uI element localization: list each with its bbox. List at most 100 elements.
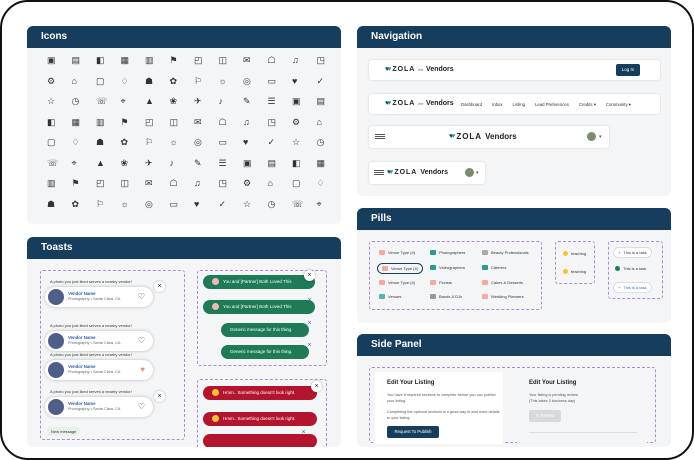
avatar[interactable] [587, 132, 596, 141]
card-icon: ✓ [218, 198, 227, 209]
close-icon[interactable]: × [304, 318, 315, 329]
heart-icon: ☗ [96, 137, 105, 147]
pill-photographers[interactable]: Photographers [430, 250, 465, 255]
cake-icon: ♫ [292, 55, 299, 65]
toast-generic: Generic message for this thing. [221, 345, 309, 359]
lock-icon: ◰ [96, 178, 105, 188]
store-icon: ◫ [169, 116, 179, 127]
nav-link-listing[interactable]: Listing [513, 102, 525, 108]
logo-hearts-icon: ♥♥ [387, 169, 393, 176]
pin-icon: ✿ [71, 198, 80, 209]
close-icon[interactable]: × [154, 391, 165, 402]
heart-icon[interactable]: ♡ [138, 292, 145, 301]
zola-logo[interactable]: ♥♥ ZOLA for Vendors [385, 100, 454, 107]
tag-teaching[interactable]: teaching [563, 269, 586, 274]
user-icon: ♢ [71, 137, 80, 147]
pill-florists[interactable]: Florists [430, 280, 452, 285]
toast-both-loved: You and [Partner] Both Loved This [203, 275, 315, 289]
camera-icon: ▦ [71, 116, 81, 127]
mail-icon: ✉ [194, 116, 202, 127]
chevron-down-icon[interactable]: ▾ [599, 134, 602, 140]
nav-link-credits[interactable]: Credits ▾ [579, 102, 596, 108]
task-pill-done[interactable]: This is a task [615, 266, 646, 271]
zola-logo[interactable]: ♥♥ ZOLA Vendors [387, 169, 448, 176]
close-icon[interactable]: × [304, 270, 315, 281]
vendor-name[interactable]: Vendor Name [68, 291, 95, 296]
nav-link-dashboard[interactable]: Dashboard [461, 102, 482, 108]
navbar-mobile: ♥♥ ZOLA Vendors ▾ [369, 162, 485, 184]
pill-beauty[interactable]: Beauty Professionals [482, 250, 529, 255]
side-panel-required: Edit Your Listing You have 8 required se… [375, 372, 503, 444]
menu-icon: ⚐ [194, 75, 203, 86]
pill-planners[interactable]: Wedding Planners [482, 294, 524, 299]
task-pill-add-active[interactable]: + This is a task [613, 282, 652, 293]
login-button[interactable]: Log In [616, 64, 640, 76]
vendor-name[interactable]: Vendor Name [68, 364, 95, 369]
toasts-card: Toasts You and [Partner] Both Loved This… [27, 237, 341, 447]
car-icon: ☼ [120, 198, 129, 209]
request-publish-button[interactable]: Request To Publish [387, 426, 439, 438]
nav-link-lead-preferences[interactable]: Lead Preferences [535, 102, 569, 108]
vendor-name[interactable]: Vendor Name [68, 401, 95, 406]
zola-logo[interactable]: ♥♥ ZOLA for Vendors [385, 66, 454, 73]
heart-icon[interactable]: ♥ [140, 365, 145, 374]
toast-vendor-card[interactable]: Vendor Name Photography • Santa Clara, CA… [45, 331, 153, 351]
check-icon: ▭ [267, 75, 277, 86]
close-icon[interactable]: × [311, 381, 322, 392]
close-icon[interactable]: × [304, 295, 315, 306]
zola-logo[interactable]: ♥♥ ZOLA Vendors [449, 132, 517, 141]
gift-icon: ▲ [96, 157, 105, 168]
task-pill-add[interactable]: + This is a task [613, 247, 652, 258]
nav-link-inbox[interactable]: Inbox [492, 102, 503, 108]
toast-error [203, 434, 317, 447]
toast-vendor-card[interactable]: Vendor Name Photography • Santa Clara, CA… [45, 360, 153, 380]
toasts-header: Toasts [27, 237, 341, 259]
close-icon[interactable]: × [154, 281, 165, 292]
edit-icon: ✈ [145, 157, 153, 168]
vendor-name[interactable]: Vendor Name [68, 335, 95, 340]
video-icon [430, 265, 436, 270]
tag-teaching[interactable]: teaching [563, 251, 586, 256]
heart-icon[interactable]: ♡ [138, 402, 145, 411]
pill-videographers[interactable]: Videographers [430, 265, 465, 270]
check-icon: ✿ [120, 137, 129, 147]
pill-bands[interactable]: Bands & DJs [430, 294, 462, 299]
chevron-down-icon[interactable]: ▾ [476, 170, 479, 176]
cake-icon: ◧ [292, 157, 301, 168]
check-icon: ⌂ [267, 178, 273, 188]
list-icon: ▤ [267, 157, 277, 168]
pill-venue-type[interactable]: Venue Type (4) [379, 280, 415, 285]
heart-icon: ◎ [243, 75, 251, 86]
navbar-desktop-logged-in: ♥♥ ZOLA for Vendors Dashboard Inbox Listing… [369, 94, 660, 114]
plus-icon: + [618, 250, 621, 255]
toast-vendor-card[interactable]: Vendor Name Photography • Santa Clara, CA… [45, 397, 153, 417]
logo-hearts-icon: ♥♥ [385, 66, 391, 73]
nav-link-community[interactable]: Community ▾ [606, 102, 631, 108]
pill-venues[interactable]: Venues [379, 294, 401, 299]
logo-for: for [418, 67, 424, 72]
hamburger-menu-icon[interactable] [374, 170, 384, 175]
pill-venue-type[interactable]: Venue Type (4) [379, 250, 415, 255]
toast-vendor-card[interactable]: Vendor Name Photography • Santa Clara, CA… [45, 287, 153, 307]
edit-icon: ▣ [292, 96, 301, 106]
pill-cakes[interactable]: Cakes & Desserts [482, 280, 523, 285]
clock-icon: ♢ [316, 178, 325, 188]
side-panel-required-text: You have 8 required sections to complete… [387, 393, 496, 403]
close-icon[interactable]: × [304, 340, 315, 351]
tag-dot-icon [563, 269, 568, 274]
flag-icon: ☏ [96, 96, 108, 106]
hamburger-menu-icon[interactable] [375, 134, 385, 139]
chat-icon: ◰ [194, 55, 203, 65]
side-panel-optional-text: Completing the optional sections is a go… [387, 410, 500, 420]
phone-icon: ◎ [194, 137, 202, 147]
pill-caterers[interactable]: Caterers [482, 265, 506, 270]
heart-icon[interactable]: ♡ [138, 336, 145, 345]
clock-icon: ✓ [316, 75, 325, 86]
venue-icon [379, 294, 385, 299]
tag-dot-icon [563, 251, 568, 256]
pill-venue-type-selected[interactable]: Venue Type (4) [377, 263, 424, 274]
gift-icon: ◧ [96, 55, 105, 65]
pin-icon: ▭ [218, 137, 228, 147]
new-message-badge[interactable]: New message [47, 427, 81, 436]
avatar[interactable] [465, 168, 474, 177]
